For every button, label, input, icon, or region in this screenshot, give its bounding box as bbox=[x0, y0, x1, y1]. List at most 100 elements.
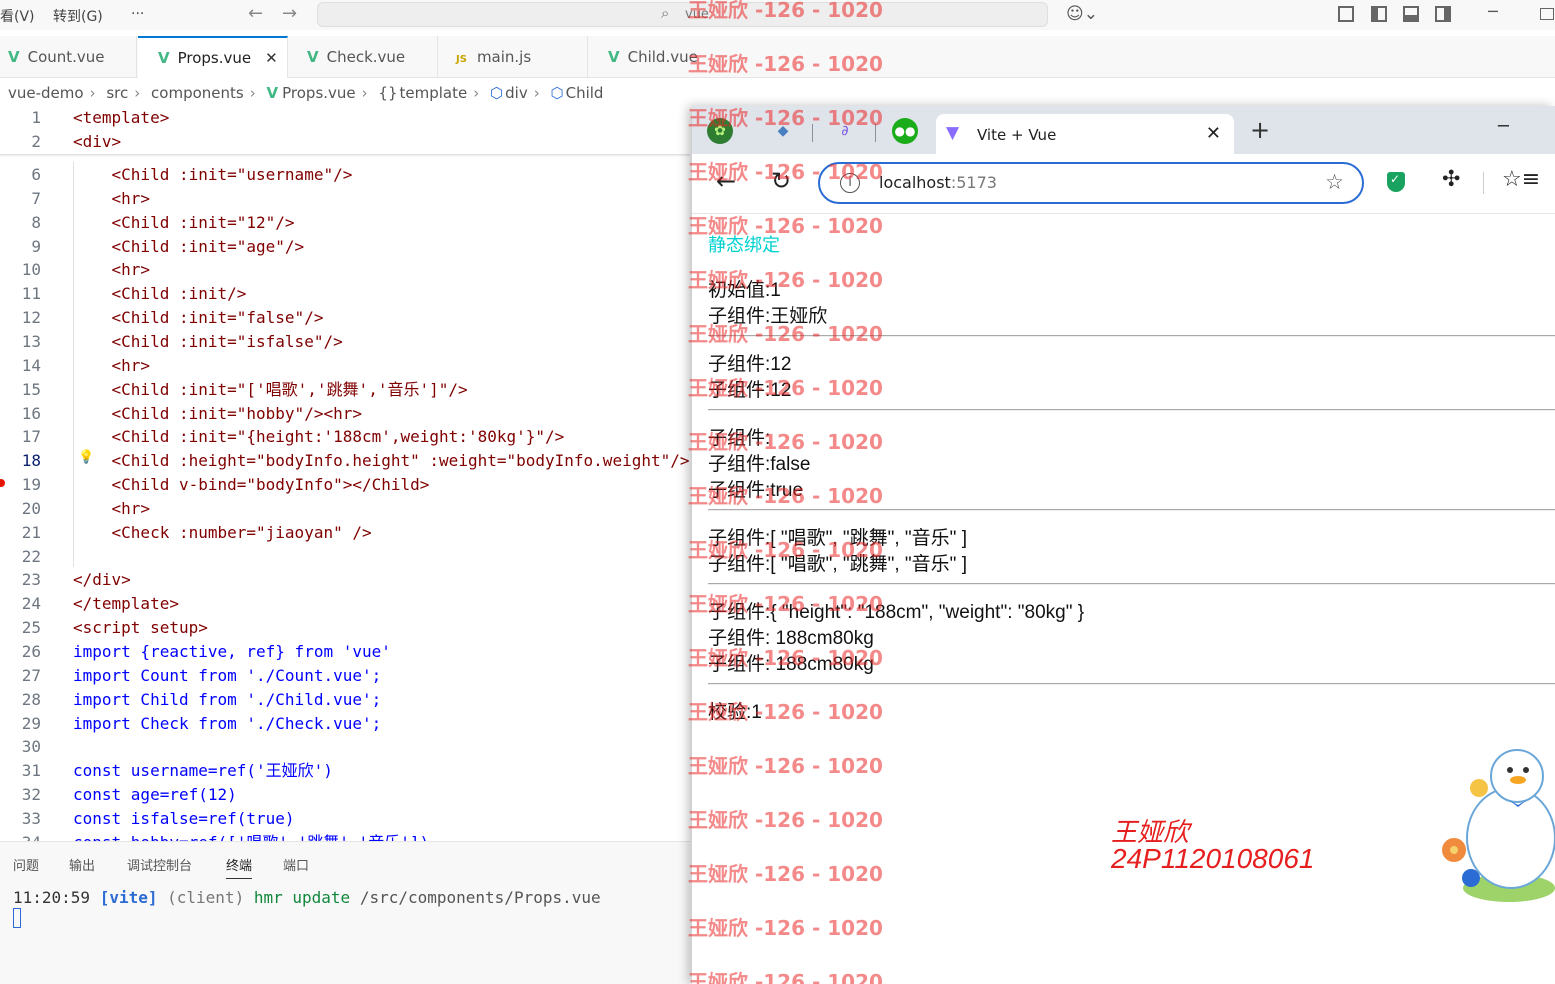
output-line: 子组件: bbox=[708, 428, 771, 449]
panel-tab-ports[interactable]: 端口 bbox=[283, 855, 309, 874]
pinned-tab-icon[interactable]: ∂ bbox=[832, 118, 858, 144]
favorites-icon[interactable]: ☆≡ bbox=[1502, 167, 1540, 192]
favorite-star-icon[interactable]: ☆ bbox=[1325, 170, 1344, 194]
output-line: 子组件:王娅欣 bbox=[708, 306, 828, 327]
code-text: import Count from './Count.vue'; bbox=[73, 665, 382, 685]
code-text: <Child v-bind="bodyInfo"></Child> bbox=[73, 475, 430, 495]
wechat-icon[interactable]: ●● bbox=[892, 118, 918, 144]
code-editor[interactable]: 1 <template> 2 <div> 6 <Child :init="usernam… bbox=[0, 0, 690, 852]
code-line[interactable]: 23 </div> bbox=[0, 568, 690, 592]
code-line[interactable]: 22 bbox=[0, 545, 690, 569]
code-text: <hr> bbox=[73, 260, 151, 280]
code-line[interactable]: 33 const isfalse=ref(true) bbox=[0, 807, 690, 831]
lightbulb-icon[interactable]: 💡 bbox=[78, 450, 94, 465]
line-number: 10 bbox=[21, 260, 41, 280]
code-line[interactable]: 29 import Check from './Check.vue'; bbox=[0, 712, 690, 736]
code-line[interactable]: 25 <script setup> bbox=[0, 616, 690, 640]
toggle-primary-sidebar-icon[interactable] bbox=[1371, 6, 1387, 22]
terminal-time: 11:20:59 bbox=[13, 888, 91, 907]
pinned-tab-icon[interactable]: ✿ bbox=[707, 118, 733, 144]
panel-tab-debug-console[interactable]: 调试控制台 bbox=[127, 855, 192, 874]
address-bar[interactable]: i localhost:5173 ☆ bbox=[818, 162, 1364, 204]
line-number: 28 bbox=[21, 689, 41, 709]
code-line[interactable]: 28 import Child from './Child.vue'; bbox=[0, 688, 690, 712]
url-port: :5173 bbox=[950, 173, 997, 192]
code-line[interactable]: 20 <hr> bbox=[0, 497, 690, 521]
code-text: <div> bbox=[73, 132, 122, 151]
divider bbox=[708, 683, 1555, 685]
pinned-tab-icon[interactable]: ◆ bbox=[770, 118, 796, 144]
toggle-panel-icon[interactable] bbox=[1403, 6, 1419, 22]
code-line[interactable]: 1 <template> bbox=[0, 106, 690, 130]
line-number: 18 bbox=[21, 451, 41, 471]
terminal-tag: [vite] bbox=[99, 888, 158, 907]
shield-extension-icon[interactable] bbox=[1387, 172, 1405, 192]
code-line[interactable]: 32 const age=ref(12) bbox=[0, 783, 690, 807]
line-number: 6 bbox=[31, 165, 41, 184]
output-line: 子组件: 188cm80kg bbox=[708, 654, 874, 675]
line-number: 21 bbox=[21, 522, 41, 542]
code-line[interactable]: 30 bbox=[0, 735, 690, 759]
code-line[interactable]: 13 <Child :init="isfalse"/> bbox=[0, 330, 690, 354]
code-text: <script setup> bbox=[73, 618, 208, 638]
code-line[interactable]: 17 <Child :init="{height:'188cm',weight:… bbox=[0, 425, 690, 449]
divider bbox=[708, 583, 1555, 585]
line-number: 12 bbox=[21, 308, 41, 328]
divider bbox=[708, 335, 1555, 337]
code-line[interactable]: 14 <hr> bbox=[0, 354, 690, 378]
code-line[interactable]: 15 <Child :init="['唱歌','跳舞','音乐']"/> bbox=[0, 378, 690, 402]
line-number: 24 bbox=[21, 594, 41, 614]
close-icon[interactable]: ✕ bbox=[1206, 123, 1221, 144]
code-line[interactable]: 21 <Check :number="jiaoyan" /> bbox=[0, 521, 690, 545]
code-line[interactable]: 8 <Child :init="12"/> bbox=[0, 211, 690, 235]
maximize-icon[interactable] bbox=[1540, 8, 1554, 20]
browser-tab-active[interactable]: ▼ Vite + Vue ✕ bbox=[936, 114, 1234, 154]
layout-customize-icon[interactable] bbox=[1338, 6, 1354, 22]
code-line[interactable]: 26 import {reactive, ref} from 'vue' bbox=[0, 640, 690, 664]
code-line[interactable]: 16 <Child :init="hobby"/><hr> bbox=[0, 402, 690, 426]
code-text: <Child :init="false"/> bbox=[73, 308, 324, 328]
minimize-icon[interactable]: ─ bbox=[1488, 2, 1498, 21]
code-text: <template> bbox=[73, 108, 170, 127]
code-line[interactable]: 24 </template> bbox=[0, 592, 690, 616]
code-line[interactable]: 19 <Child v-bind="bodyInfo"></Child> bbox=[0, 473, 690, 497]
line-number: 8 bbox=[31, 212, 41, 232]
code-text: const username=ref('王娅欣') bbox=[73, 761, 333, 781]
code-line[interactable]: 18 <Child :height="bodyInfo.height" :wei… bbox=[0, 449, 690, 473]
code-line[interactable]: 6 <Child :init="username"/> bbox=[0, 163, 690, 187]
code-line[interactable]: 12 <Child :init="false"/> bbox=[0, 306, 690, 330]
copilot-icon[interactable]: ☺⌄ bbox=[1066, 4, 1098, 24]
code-line[interactable]: 27 import Count from './Count.vue'; bbox=[0, 664, 690, 688]
browser-window: ✿ ◆ ∂ ●● ▼ Vite + Vue ✕ + ─ ← ↻ i localh… bbox=[692, 106, 1555, 984]
panel-tab-output[interactable]: 输出 bbox=[69, 855, 95, 874]
code-line[interactable]: 31 const username=ref('王娅欣') bbox=[0, 759, 690, 783]
refresh-icon[interactable]: ↻ bbox=[771, 167, 791, 195]
terminal-path: /src/components/Props.vue bbox=[359, 888, 601, 907]
code-text: </div> bbox=[73, 570, 131, 590]
code-line[interactable]: 9 <Child :init="age"/> bbox=[0, 235, 690, 259]
code-line[interactable]: 10 <hr> bbox=[0, 258, 690, 282]
new-tab-icon[interactable]: + bbox=[1250, 116, 1270, 144]
code-text: <Child :init="hobby"/><hr> bbox=[73, 403, 362, 423]
info-icon[interactable]: i bbox=[840, 173, 860, 193]
browser-tab-bar: ✿ ◆ ∂ ●● ▼ Vite + Vue ✕ + ─ bbox=[692, 106, 1555, 154]
browser-tab-title: Vite + Vue bbox=[977, 126, 1057, 144]
bottom-panel: 问题 输出 调试控制台 终端 端口 11:20:59 [vite] (clien… bbox=[0, 841, 690, 984]
vite-logo-icon: ▼ bbox=[946, 123, 960, 143]
panel-tab-problems[interactable]: 问题 bbox=[13, 855, 39, 874]
code-text: import Child from './Child.vue'; bbox=[73, 689, 382, 709]
code-line[interactable]: 2 <div> bbox=[0, 130, 690, 154]
code-line[interactable]: 7 <hr> bbox=[0, 187, 690, 211]
back-arrow-icon[interactable]: ← bbox=[716, 167, 736, 195]
extensions-puzzle-icon[interactable]: ✣ bbox=[1442, 167, 1460, 192]
minimize-icon[interactable]: ─ bbox=[1498, 116, 1509, 137]
duck-sticker-image bbox=[1442, 749, 1555, 902]
panel-tab-terminal[interactable]: 终端 bbox=[226, 855, 253, 879]
code-text: <Child :init="isfalse"/> bbox=[73, 331, 343, 351]
output-line: 子组件: 188cm80kg bbox=[708, 628, 874, 649]
line-number: 1 bbox=[31, 108, 41, 127]
toggle-secondary-sidebar-icon[interactable] bbox=[1435, 6, 1451, 22]
code-line[interactable]: 11 <Child :init/> bbox=[0, 282, 690, 306]
code-text: <Child :init="age"/> bbox=[73, 236, 305, 256]
line-number: 25 bbox=[21, 618, 41, 638]
